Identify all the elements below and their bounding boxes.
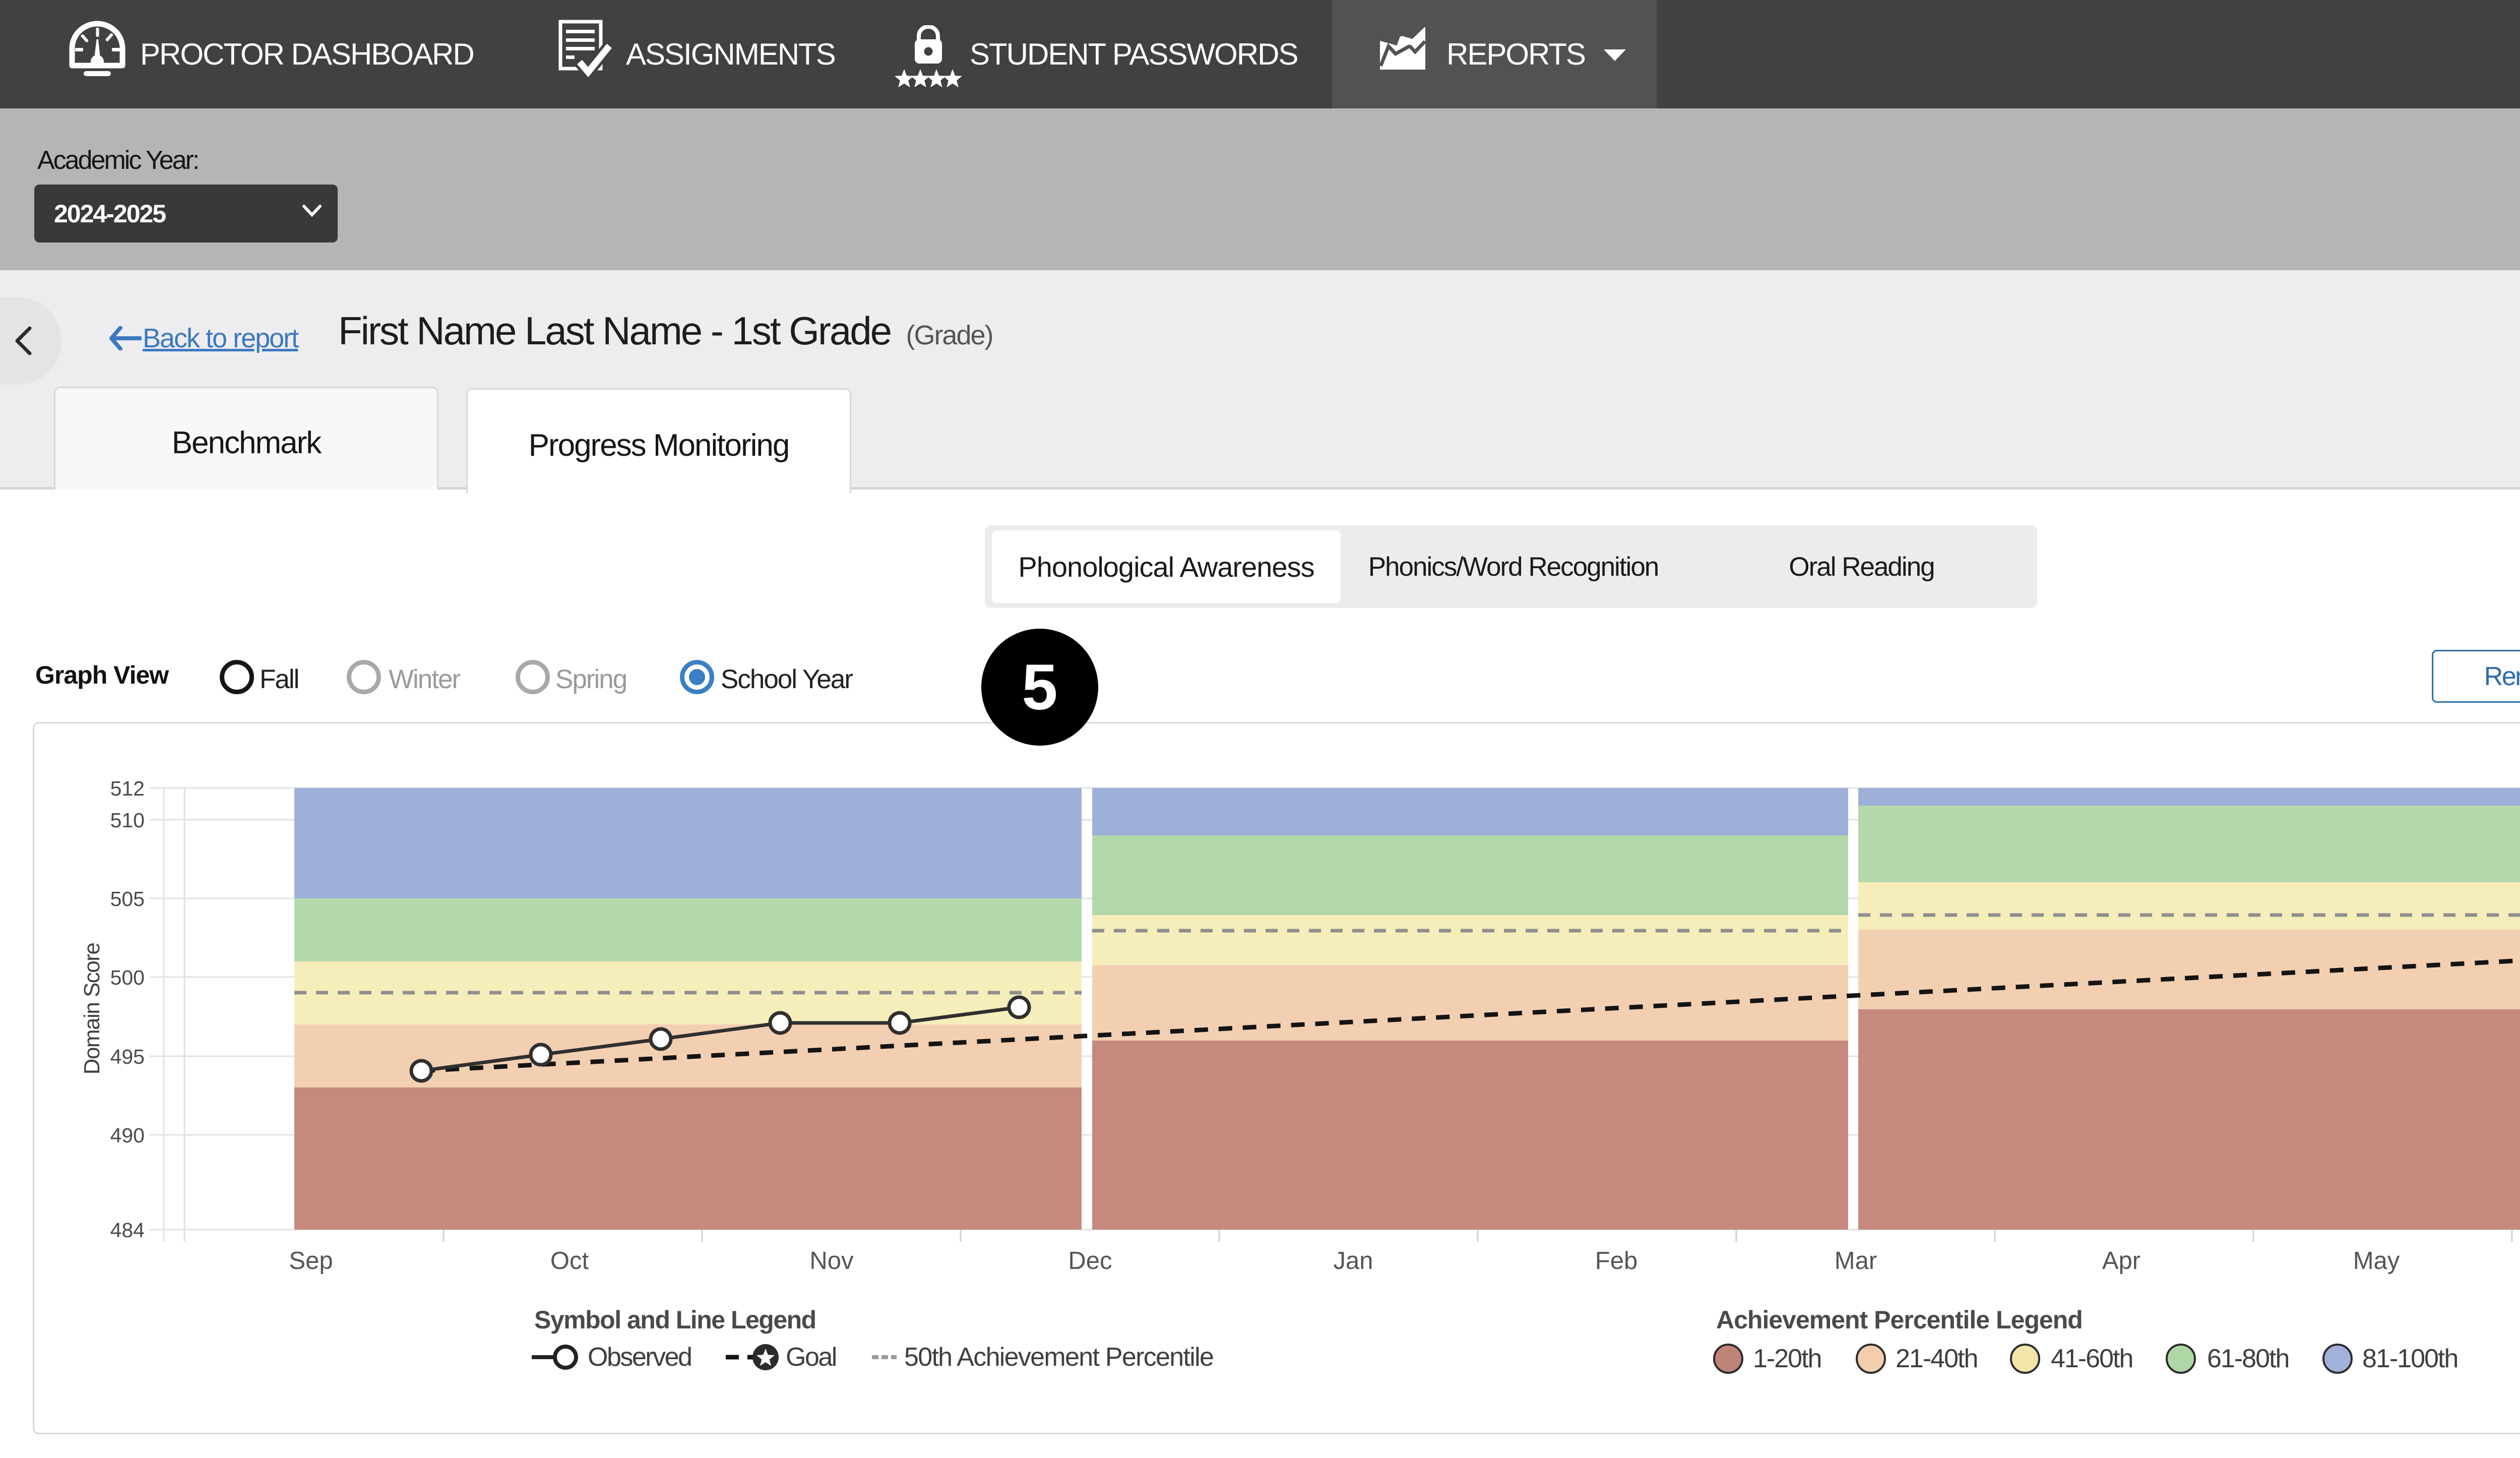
svg-text:505: 505 (110, 887, 145, 910)
svg-text:495: 495 (110, 1045, 145, 1068)
svg-text:Nov: Nov (809, 1247, 854, 1274)
svg-text:1-20th: 1-20th (1753, 1344, 1821, 1373)
svg-text:Achievement Percentile Legend: Achievement Percentile Legend (1716, 1306, 2083, 1334)
svg-text:Domain Score: Domain Score (80, 943, 104, 1075)
svg-text:Apr: Apr (2102, 1247, 2140, 1274)
svg-text:61-80th: 61-80th (2207, 1344, 2289, 1373)
svg-text:512: 512 (110, 777, 145, 800)
svg-text:81-100th: 81-100th (2362, 1344, 2458, 1373)
svg-text:Oct: Oct (550, 1247, 589, 1274)
svg-text:Feb: Feb (1595, 1247, 1637, 1274)
svg-text:41-60th: 41-60th (2051, 1344, 2132, 1373)
svg-text:490: 490 (110, 1124, 145, 1147)
svg-text:Jan: Jan (1333, 1247, 1373, 1274)
svg-text:Goal: Goal (786, 1343, 836, 1372)
svg-text:50th Achievement Percentile: 50th Achievement Percentile (904, 1343, 1213, 1372)
svg-text:Sep: Sep (289, 1247, 333, 1274)
svg-text:500: 500 (110, 966, 145, 989)
svg-text:May: May (2353, 1247, 2400, 1274)
svg-text:Symbol and Line Legend: Symbol and Line Legend (534, 1306, 816, 1334)
svg-text:21-40th: 21-40th (1896, 1344, 1977, 1373)
svg-text:Dec: Dec (1068, 1247, 1112, 1274)
svg-text:510: 510 (110, 809, 145, 832)
svg-text:484: 484 (110, 1219, 145, 1242)
svg-text:Observed: Observed (588, 1343, 691, 1372)
svg-text:Mar: Mar (1835, 1247, 1877, 1274)
